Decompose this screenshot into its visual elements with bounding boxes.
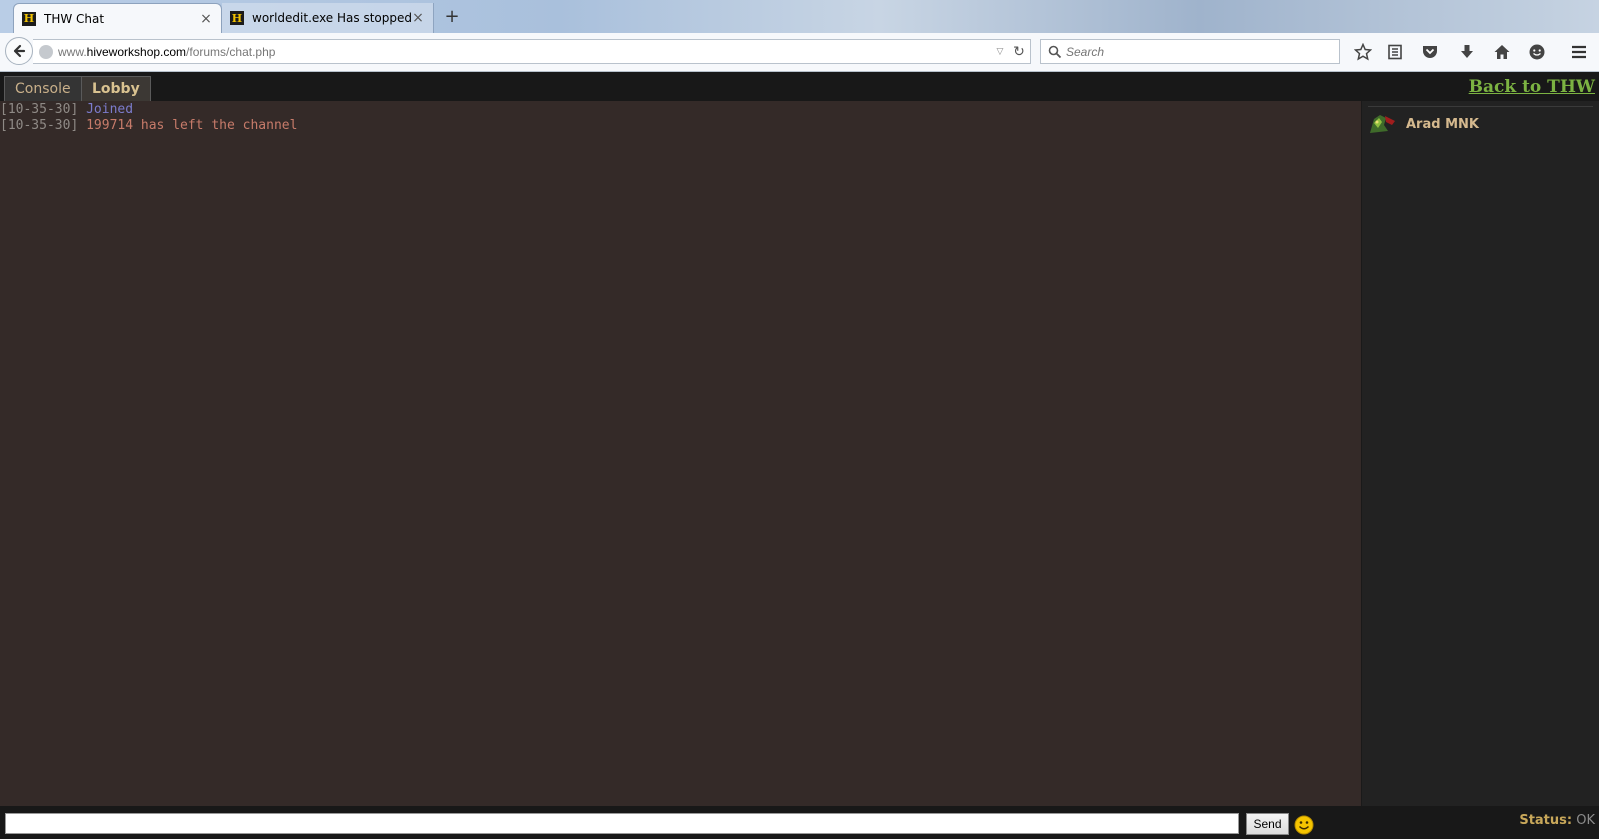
site-identity-icon[interactable] [39, 44, 53, 59]
search-icon [1048, 45, 1062, 58]
chat-message: [10-35-30] 199714 has left the channel [0, 118, 1361, 134]
pocket-button[interactable] [1420, 42, 1440, 62]
hello-chat-button[interactable] [1527, 42, 1547, 62]
menu-icon [1572, 45, 1586, 59]
reading-list-button[interactable] [1385, 42, 1405, 62]
chat-icon [1529, 44, 1545, 60]
bookmark-star-button[interactable] [1353, 42, 1373, 62]
hive-favicon-icon: H [230, 11, 244, 25]
reading-list-icon [1388, 44, 1402, 60]
back-arrow-icon [13, 44, 26, 58]
search-input[interactable] [1062, 44, 1330, 59]
url-bar[interactable]: www.hiveworkshop.com/forums/chat.php ▽ ↻ [33, 39, 1031, 64]
url-text[interactable]: www.hiveworkshop.com/forums/chat.php [58, 45, 992, 59]
browser-tab-worldedit[interactable]: H worldedit.exe Has stopped ... × [222, 3, 434, 33]
send-button[interactable]: Send [1246, 813, 1289, 835]
tab-title: THW Chat [44, 11, 105, 26]
back-to-thw-link[interactable]: Back to THW [1469, 77, 1595, 97]
home-button[interactable] [1492, 42, 1512, 62]
chat-message-log: [10-35-30] Joined [10-35-30] 199714 has … [0, 101, 1361, 806]
download-icon [1461, 45, 1473, 58]
username: Arad MNK [1406, 116, 1479, 132]
tab-lobby[interactable]: Lobby [81, 76, 151, 101]
chat-tab-bar: Console Lobby Back to THW [0, 72, 1599, 101]
reload-icon[interactable]: ↻ [1008, 44, 1030, 60]
back-button[interactable] [5, 37, 33, 65]
user-list-divider [1368, 106, 1593, 107]
star-icon [1354, 43, 1372, 61]
hive-favicon-icon: H [22, 11, 36, 26]
menu-button[interactable] [1569, 42, 1589, 62]
avatar-icon [1368, 113, 1398, 135]
url-dropdown-icon[interactable]: ▽ [992, 47, 1008, 57]
tab-console[interactable]: Console [4, 76, 82, 101]
message-input[interactable] [5, 813, 1239, 834]
message-text: Joined [86, 102, 134, 117]
close-tab-icon[interactable]: × [411, 10, 425, 26]
status-value: OK [1576, 813, 1595, 828]
browser-tab-thw-chat[interactable]: H THW Chat × [13, 3, 222, 33]
navigation-bar: www.hiveworkshop.com/forums/chat.php ▽ ↻ [0, 33, 1599, 72]
browser-tab-strip: H THW Chat × H worldedit.exe Has stopped… [0, 0, 1599, 33]
chat-message: [10-35-30] Joined [0, 102, 1361, 118]
home-icon [1494, 45, 1510, 59]
pocket-icon [1423, 46, 1437, 58]
close-tab-icon[interactable]: × [199, 11, 213, 27]
chat-input-bar: Send Status: OK [0, 806, 1599, 839]
downloads-button[interactable] [1457, 42, 1477, 62]
user-list-item[interactable]: Arad MNK [1368, 113, 1479, 135]
message-timestamp: [10-35-30] [0, 118, 79, 133]
message-text: 199714 has left the channel [86, 118, 298, 133]
message-timestamp: [10-35-30] [0, 102, 79, 117]
user-list: Arad MNK [1361, 101, 1599, 806]
tab-title: worldedit.exe Has stopped ... [252, 11, 411, 25]
smiley-icon[interactable] [1294, 815, 1314, 835]
search-bar[interactable] [1040, 39, 1340, 64]
new-tab-button[interactable]: + [440, 6, 464, 28]
status-label: Status: [1519, 813, 1573, 828]
connection-status: Status: OK [1519, 813, 1595, 828]
